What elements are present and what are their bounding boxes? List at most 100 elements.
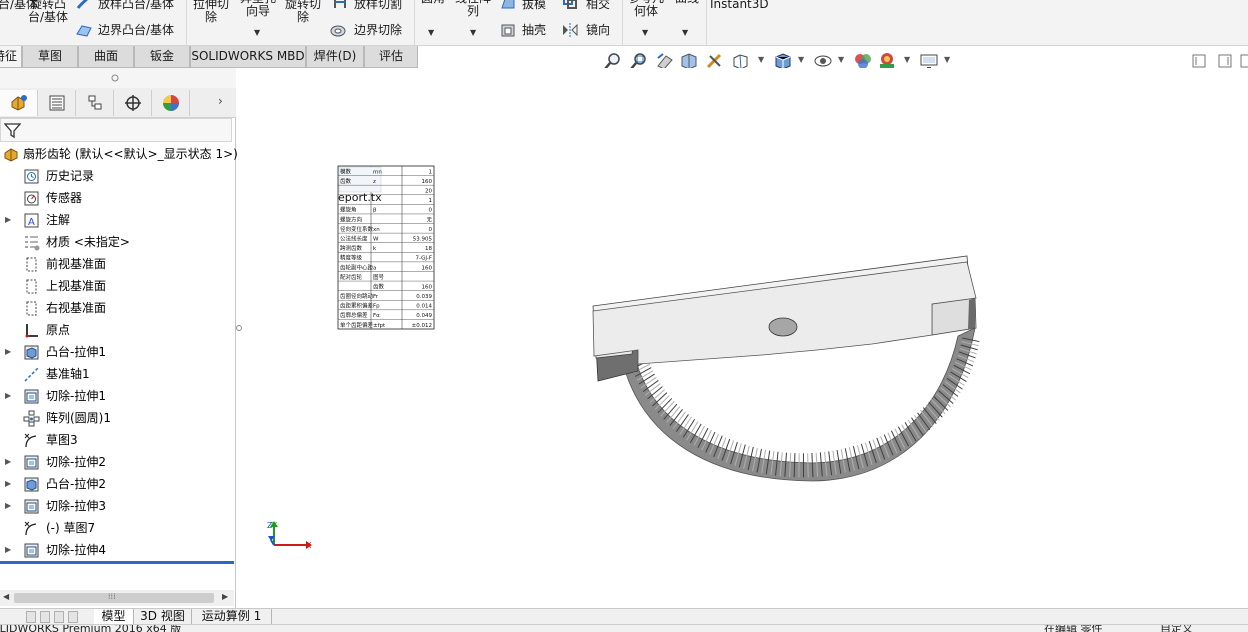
tree-item-sketch[interactable]: (-) 草图7 — [0, 517, 236, 539]
hole-wizard-button[interactable]: 异型孔向导 — [240, 0, 276, 18]
tree-item-sensor[interactable]: 传感器 — [0, 187, 236, 209]
previous-tab-icon[interactable] — [40, 611, 50, 623]
tree-item-label: 切除-拉伸1 — [46, 389, 106, 403]
graphics-area[interactable]: 模数 mn 1 齿数 z 160 20 1 螺旋角 β 0 螺旋方向 无径向变位系数 xn 0 公法线长度 W 5… — [242, 68, 1248, 608]
tree-item-plane[interactable]: 前视基准面 — [0, 253, 236, 275]
expand-arrow-icon[interactable]: ▶ — [5, 539, 13, 561]
restore-window-icon[interactable] — [1192, 54, 1206, 68]
curves-dropdown-icon[interactable]: ▼ — [682, 28, 688, 37]
fillet-button[interactable]: 圆角 — [418, 0, 448, 5]
tab-motion-study[interactable]: 运动算例 1 — [192, 609, 272, 625]
table-cell: 图号 — [373, 273, 385, 281]
lofted-cut-button[interactable]: 放样切割 — [354, 0, 402, 11]
extruded-boss-button[interactable]: 凸台/基体 — [0, 0, 38, 11]
last-tab-icon[interactable] — [68, 611, 78, 623]
apply-scene-dropdown-icon[interactable]: ▼ — [904, 55, 910, 64]
close-window-icon[interactable] — [1240, 54, 1248, 68]
hide-show-dropdown-icon[interactable]: ▼ — [838, 55, 844, 64]
rollback-bar[interactable] — [0, 561, 234, 564]
panel-grip[interactable] — [0, 68, 236, 88]
status-editing-text: 在编辑 零件 — [1044, 624, 1103, 632]
tree-item-cut-extrude[interactable]: ▶ 切除-拉伸3 — [0, 495, 236, 517]
tree-item-history[interactable]: 历史记录 — [0, 165, 236, 187]
tab-features[interactable]: 特征 — [0, 46, 22, 68]
ribbon-separator — [706, 0, 707, 45]
boundary-cut-button[interactable]: 边界切除 — [354, 24, 402, 37]
curves-button[interactable]: 曲线 — [670, 0, 704, 5]
next-tab-icon[interactable] — [54, 611, 64, 623]
extruded-cut-button[interactable]: 拉伸切除 — [192, 0, 230, 24]
tab-evaluate[interactable]: 评估 — [364, 46, 418, 68]
tree-item-cut-extrude[interactable]: ▶ 切除-拉伸4 — [0, 539, 236, 561]
tab-surfaces[interactable]: 曲面 — [78, 46, 134, 68]
expand-arrow-icon[interactable]: ▶ — [5, 341, 13, 363]
tree-item-axis[interactable]: 基准轴1 — [0, 363, 236, 385]
tree-item-annotation[interactable]: ▶ A 注解 — [0, 209, 236, 231]
linear-pattern-button[interactable]: 线性阵列 — [452, 0, 494, 18]
reference-geometry-dropdown-icon[interactable]: ▼ — [642, 28, 648, 37]
revolved-cut-button[interactable]: 旋转切除 — [284, 0, 322, 24]
expand-arrow-icon[interactable]: ▶ — [5, 495, 13, 517]
sector-gear-model[interactable] — [592, 255, 980, 482]
table-cell: 齿轮副中心距 — [340, 263, 374, 271]
tab-weldments[interactable]: 焊件(D) — [306, 46, 364, 68]
instant3d-button[interactable]: Instant3D — [710, 0, 769, 11]
tab-sheet-metal[interactable]: 钣金 — [134, 46, 190, 68]
horizontal-scrollbar[interactable]: ◀ ⁞⁞⁞ ▶ — [0, 590, 234, 606]
view-settings-dropdown-icon[interactable]: ▼ — [944, 55, 950, 64]
intersect-button[interactable]: 相交 — [586, 0, 610, 11]
tree-item-circular-pattern[interactable]: 阵列(圆周)1 — [0, 407, 236, 429]
table-cell: a — [373, 265, 376, 271]
tab-configuration-manager[interactable] — [76, 90, 114, 116]
tree-item-plane[interactable]: 右视基准面 — [0, 297, 236, 319]
tree-item-plane[interactable]: 上视基准面 — [0, 275, 236, 297]
tree-item-label: 前视基准面 — [46, 257, 107, 271]
tab-mbd[interactable]: SOLIDWORKS MBD — [190, 46, 306, 68]
expand-arrow-icon[interactable]: ▶ — [5, 385, 13, 407]
expand-arrow-icon[interactable]: ▶ — [5, 473, 13, 495]
tab-model[interactable]: 模型 — [94, 609, 134, 625]
draft-button[interactable]: 拔模 — [522, 0, 546, 11]
tree-item-boss-extrude[interactable]: ▶ 凸台-拉伸1 — [0, 341, 236, 363]
material-icon — [25, 236, 40, 251]
lofted-boss-button[interactable]: 放样凸台/基体 — [98, 0, 174, 11]
tree-item-cut-extrude[interactable]: ▶ 切除-拉伸1 — [0, 385, 236, 407]
tree-item-label: 原点 — [46, 323, 71, 337]
ribbon-separator — [186, 0, 187, 45]
boundary-boss-button[interactable]: 边界凸台/基体 — [98, 24, 174, 37]
expand-arrow-icon[interactable]: ▶ — [5, 209, 13, 231]
tab-dimxpert-manager[interactable] — [114, 90, 152, 116]
display-style-dropdown-icon[interactable]: ▼ — [798, 55, 804, 64]
tree-filter-bar[interactable] — [0, 118, 232, 142]
shell-button[interactable]: 抽壳 — [522, 24, 546, 37]
scrollbar-thumb[interactable]: ⁞⁞⁞ — [14, 592, 214, 603]
tab-feature-manager[interactable] — [0, 90, 38, 116]
expand-arrow-icon[interactable]: ▶ — [5, 451, 13, 473]
tab-display-manager[interactable] — [152, 90, 190, 116]
mirror-button[interactable]: 镜向 — [586, 24, 610, 37]
tab-3d-views[interactable]: 3D 视图 — [134, 609, 192, 625]
scroll-left-icon[interactable]: ◀ — [3, 592, 9, 601]
tab-property-manager[interactable] — [38, 90, 76, 116]
view-orientation-dropdown-icon[interactable]: ▼ — [758, 55, 764, 64]
tabs-more-chevron-icon[interactable]: › — [218, 94, 223, 108]
tree-item-cut-extrude[interactable]: ▶ 切除-拉伸2 — [0, 451, 236, 473]
tree-item-material[interactable]: 材质 <未指定> — [0, 231, 236, 253]
linear-pattern-dropdown-icon[interactable]: ▼ — [470, 28, 476, 37]
tree-item-boss-extrude[interactable]: ▶ 凸台-拉伸2 — [0, 473, 236, 495]
first-tab-icon[interactable] — [26, 611, 36, 623]
maximize-window-icon[interactable] — [1218, 54, 1232, 68]
tree-item-origin[interactable]: 原点 — [0, 319, 236, 341]
revolved-boss-button[interactable]: 旋转凸台/基体 — [26, 0, 70, 24]
tree-item-sketch[interactable]: 草图3 — [0, 429, 236, 451]
scroll-right-icon[interactable]: ▶ — [222, 592, 228, 601]
circular-pattern-icon — [23, 410, 40, 427]
grip-dot-icon — [111, 74, 119, 82]
table-cell: 齿廓总偏差 — [340, 311, 368, 319]
fillet-dropdown-icon[interactable]: ▼ — [428, 28, 434, 37]
hole-wizard-dropdown-icon[interactable]: ▼ — [254, 28, 260, 37]
tree-root-part[interactable]: 扇形齿轮 (默认<<默认>_显示状态 1>) — [0, 143, 238, 165]
status-units-text[interactable]: 自定义 — [1160, 625, 1193, 632]
reference-geometry-button[interactable]: 参考几何体 — [626, 0, 666, 18]
tab-sketch[interactable]: 草图 — [22, 46, 78, 68]
